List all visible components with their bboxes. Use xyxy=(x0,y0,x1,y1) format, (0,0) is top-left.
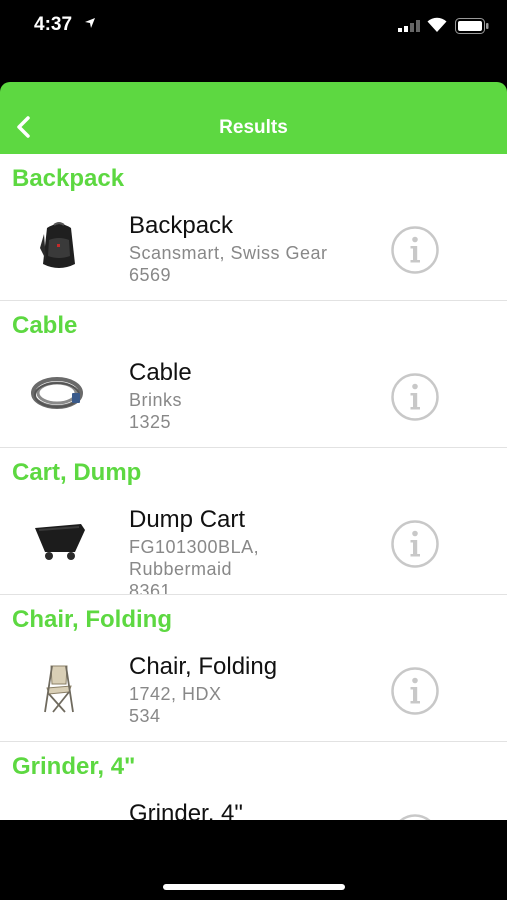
section-header-label: Grinder, 4" xyxy=(12,753,136,780)
item-detail-line: 1742, HDX xyxy=(129,684,222,704)
status-time: 4:37 xyxy=(34,14,73,35)
item-detail-line: Rubbermaid xyxy=(129,559,233,579)
location-arrow-icon xyxy=(85,18,95,28)
item-detail-line: 1325 xyxy=(129,412,172,432)
battery-icon xyxy=(455,18,489,34)
section-header-backpack: Backpack xyxy=(0,154,507,198)
item-details: Brinks 1325 xyxy=(129,389,182,433)
backpack-image xyxy=(26,214,92,280)
item-title: Backpack xyxy=(129,212,234,239)
section-header-cable: Cable xyxy=(0,301,507,345)
item-title: Chair, Folding xyxy=(129,653,278,680)
item-details: 1742, HDX 534 xyxy=(129,683,222,727)
item-title: Dump Cart xyxy=(129,506,246,533)
grinder-image xyxy=(26,802,92,820)
dump-cart-image xyxy=(26,508,92,574)
info-icon[interactable] xyxy=(391,814,439,820)
wifi-icon xyxy=(427,17,447,32)
item-detail-line: 6569 xyxy=(129,265,172,285)
info-icon[interactable] xyxy=(391,520,439,568)
item-detail-line: FG101300BLA, xyxy=(129,537,260,557)
item-details: Scansmart, Swiss Gear 6569 xyxy=(129,242,328,286)
page-title: Results xyxy=(219,117,288,138)
item-detail-line: 534 xyxy=(129,706,161,726)
section-header-label: Chair, Folding xyxy=(12,606,172,633)
section-header-label: Cable xyxy=(12,312,78,339)
section-header-chair-folding: Chair, Folding xyxy=(0,595,507,639)
results-list[interactable]: Backpack Backpack Scansmart, Swiss Gear … xyxy=(0,154,507,820)
section-header-label: Backpack xyxy=(12,165,125,192)
section-header-label: Cart, Dump xyxy=(12,459,142,486)
list-item[interactable]: Chair, Folding 1742, HDX 534 xyxy=(0,639,507,742)
item-detail-line: 8361 xyxy=(129,581,172,595)
item-detail-line: Brinks xyxy=(129,390,183,410)
folding-chair-image xyxy=(26,655,92,721)
cable-image xyxy=(26,361,92,427)
list-item[interactable]: Cable Brinks 1325 xyxy=(0,345,507,448)
status-bar: 4:37 xyxy=(0,0,507,52)
info-icon[interactable] xyxy=(391,373,439,421)
section-header-grinder: Grinder, 4" xyxy=(0,742,507,786)
list-item[interactable]: Backpack Scansmart, Swiss Gear 6569 xyxy=(0,198,507,301)
info-icon[interactable] xyxy=(391,667,439,715)
nav-header: Results xyxy=(0,82,507,154)
item-title: Grinder, 4" xyxy=(129,800,243,820)
section-header-cart-dump: Cart, Dump xyxy=(0,448,507,492)
cellular-signal-icon xyxy=(398,20,420,32)
list-item[interactable]: Dump Cart FG101300BLA, Rubbermaid 8361 xyxy=(0,492,507,595)
home-indicator[interactable] xyxy=(163,884,345,890)
info-icon[interactable] xyxy=(391,226,439,274)
item-details: FG101300BLA, Rubbermaid 8361 xyxy=(129,536,260,595)
item-title: Cable xyxy=(129,359,192,386)
item-detail-line: Scansmart, Swiss Gear xyxy=(129,243,328,263)
list-item[interactable]: Grinder, 4" xyxy=(0,786,507,820)
